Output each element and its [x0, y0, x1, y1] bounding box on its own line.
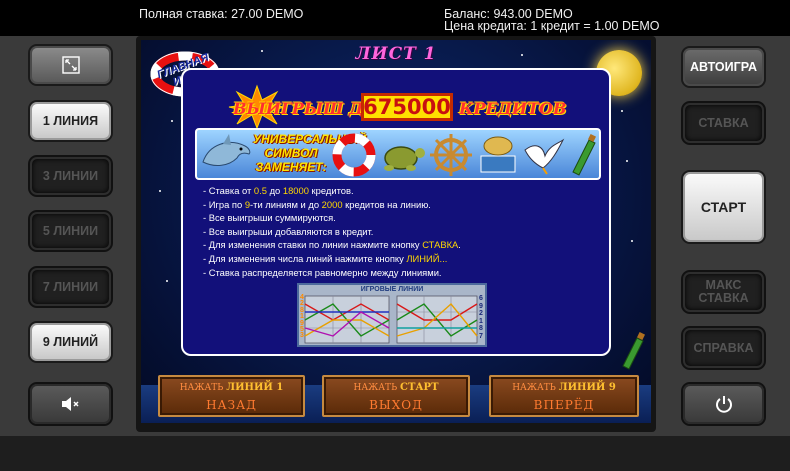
- rule-line: - Все выигрыши суммируются.: [203, 212, 336, 224]
- credit-price-text: Цена кредита: 1 кредит = 1.00 DEMO: [444, 19, 660, 33]
- lines-9-button[interactable]: 9 ЛИНИЙ: [30, 323, 111, 361]
- status-bar: Полная ставка: 27.00 DEMO Баланс: 943.00…: [0, 0, 790, 36]
- win-prefix: ВЫИГРЫШ ДО: [233, 99, 378, 118]
- star: [631, 240, 633, 242]
- rule-line: - Игра по 9-ти линиям и до 2000 кредитов…: [203, 198, 431, 210]
- paylines-diagram: ИГРОВЫЕ ЛИНИИ 4281953 692187: [297, 283, 487, 347]
- autoplay-button[interactable]: АВТОИГРА: [683, 48, 764, 86]
- star: [159, 190, 161, 192]
- win-suffix: КРЕДИТОВ: [459, 99, 567, 118]
- rule-line: - Ставка от 0.5 до 18000 кредитов.: [203, 185, 354, 196]
- rule-line: - Для изменения числа линий нажмите кноп…: [203, 252, 448, 264]
- paylines-graphic: [304, 295, 478, 344]
- speaker-mute-icon: [61, 397, 79, 411]
- exit-plank-button[interactable]: НАЖАТЬ СТАРТ ВЫХОД: [322, 375, 470, 417]
- help-button[interactable]: СПРАВКА: [683, 328, 764, 368]
- star: [621, 110, 623, 112]
- rule-line: - Для изменения ставки по линии нажмите …: [203, 239, 461, 251]
- sheet-title: ЛИСТ 1: [355, 44, 437, 64]
- lifebuoy-icon: [332, 133, 376, 177]
- star: [626, 160, 628, 162]
- lines-3-button[interactable]: 3 ЛИНИИ: [30, 157, 111, 195]
- max-win-banner: ВЫИГРЫШ ДО 675000 КРЕДИТОВ: [228, 84, 567, 130]
- lines-1-button[interactable]: 1 ЛИНИЯ: [30, 102, 111, 140]
- floating-bottle-icon: [622, 331, 646, 370]
- back-plank-button[interactable]: НАЖАТЬ ЛИНИЙ 1 НАЗАД: [158, 375, 305, 417]
- lines-7-button[interactable]: 7 ЛИНИИ: [30, 268, 111, 306]
- forward-plank-button[interactable]: НАЖАТЬ ЛИНИЙ 9 ВПЕРЁД: [489, 375, 639, 417]
- rules-list: - Ставка от 0.5 до 18000 кредитов. - Игр…: [203, 184, 603, 279]
- bottle-icon: [572, 133, 597, 176]
- total-bet-text: Полная ставка: 27.00 DEMO: [139, 7, 304, 21]
- start-button[interactable]: СТАРТ: [683, 172, 764, 242]
- rule-line: - Все выигрыши добавляются в кредит.: [203, 225, 374, 237]
- bottom-bar: [0, 436, 790, 471]
- rule-line: - Ставка распределяется равномерно между…: [203, 266, 442, 278]
- power-button[interactable]: [683, 384, 764, 424]
- max-win-amount: 675000: [361, 93, 453, 121]
- star: [171, 120, 173, 122]
- paylines-right-numbers: 692187: [479, 295, 483, 340]
- oyster-can-icon: [480, 136, 516, 173]
- star: [166, 280, 168, 282]
- power-icon: [715, 396, 732, 413]
- paylines-title: ИГРОВЫЕ ЛИНИИ: [360, 286, 424, 293]
- paylines-left-numbers: 4281953: [300, 294, 304, 340]
- game-screen: ГЛАВНАЯ ИГРА ЛИСТ 1 ВЫИГРЫШ ДО 675000 КР…: [141, 40, 651, 423]
- ship-wheel-icon: [430, 134, 472, 176]
- wild-symbol-text: УНИВЕРСАЛЬНЫЙ СИМВОЛ ЗАМЕНЯЕТ:: [253, 132, 367, 174]
- lines-5-button[interactable]: 5 ЛИНИИ: [30, 212, 111, 250]
- turtle-icon: [384, 146, 425, 171]
- dolphin-icon: [202, 134, 251, 166]
- fullscreen-icon: [61, 56, 80, 74]
- mute-button[interactable]: [30, 384, 111, 424]
- star: [521, 54, 523, 56]
- bet-button[interactable]: СТАВКА: [683, 103, 764, 143]
- fullscreen-button[interactable]: [30, 46, 111, 84]
- seagull-icon: [524, 138, 565, 175]
- paytable-panel: ВЫИГРЫШ ДО 675000 КРЕДИТОВ УНИВЕРСАЛЬНЫЙ…: [181, 68, 611, 356]
- star: [261, 50, 263, 52]
- wild-symbol-strip: УНИВЕРСАЛЬНЫЙ СИМВОЛ ЗАМЕНЯЕТ:: [195, 128, 601, 180]
- max-bet-button[interactable]: МАКС СТАВКА: [683, 272, 764, 312]
